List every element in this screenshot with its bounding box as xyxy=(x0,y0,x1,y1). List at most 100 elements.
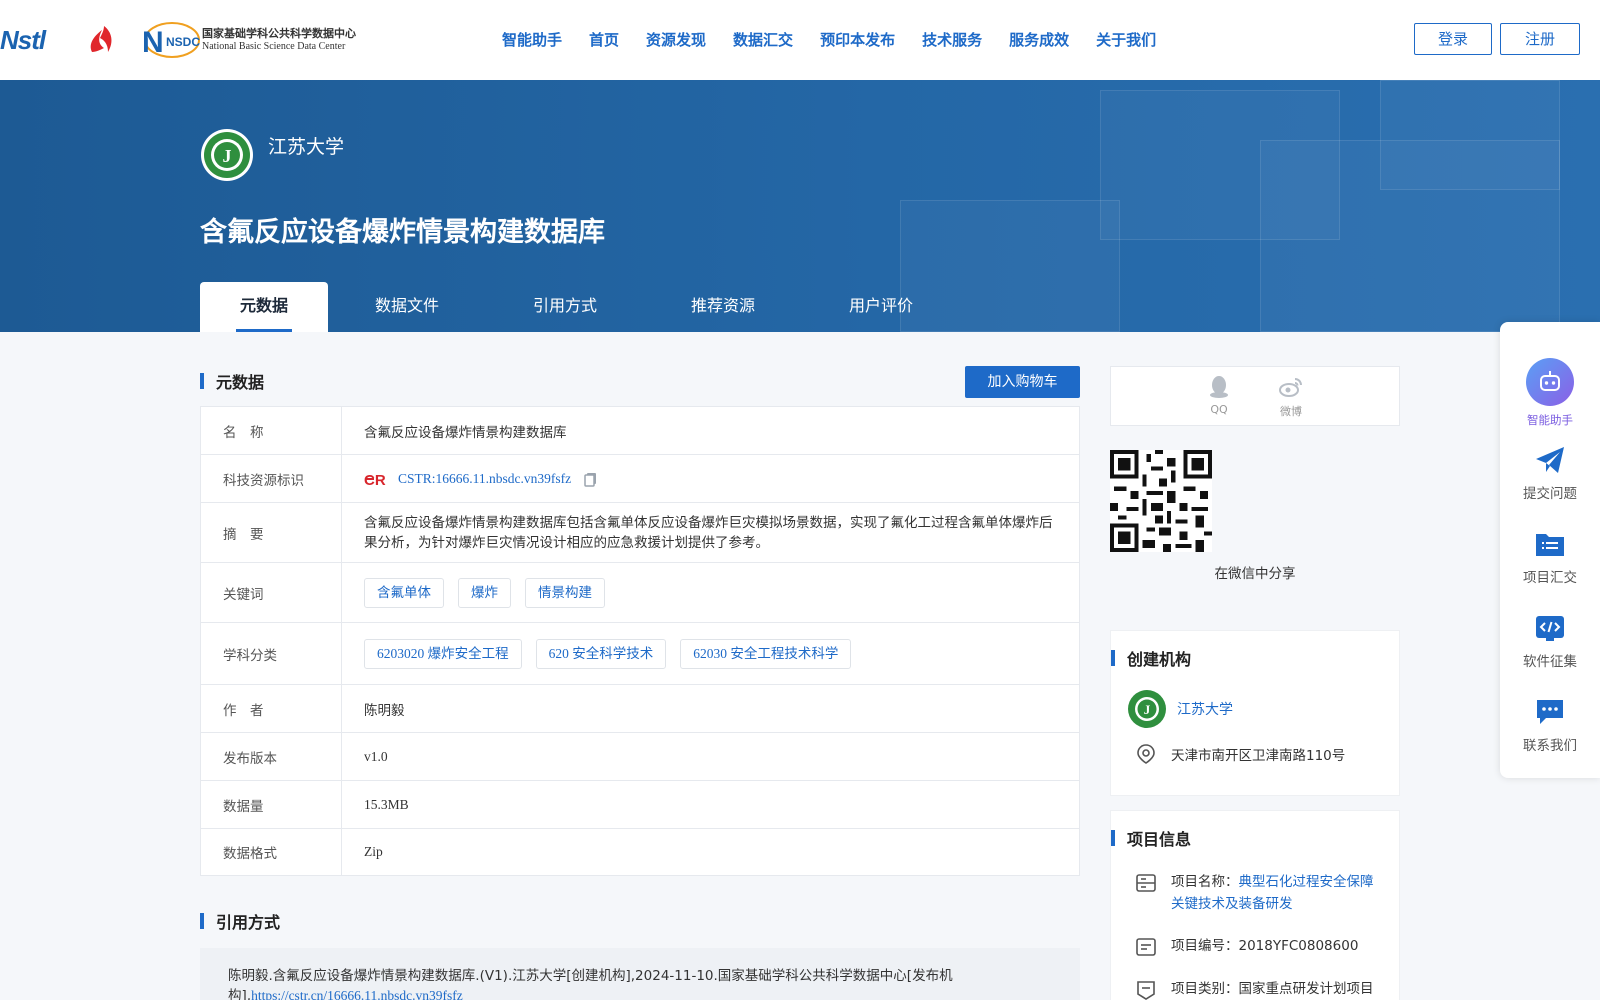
table-row: 关键词 含氟单体 爆炸 情景构建 xyxy=(200,562,1080,623)
row-key: 发布版本 xyxy=(200,732,342,781)
tab-data-files[interactable]: 数据文件 xyxy=(328,282,486,332)
creator-address: 天津市南开区卫津南路110号 xyxy=(1171,748,1346,764)
project-section-title: 项目信息 xyxy=(1127,830,1192,849)
subject-tag[interactable]: 6203020 爆炸安全工程 xyxy=(364,638,522,669)
nsdc-cn-name: 国家基础学科公共科学数据中心 xyxy=(202,27,356,40)
project-category: 项目类别：国家重点研发计划项目 xyxy=(1171,981,1374,997)
hero-banner: J 江苏大学 含氟反应设备爆炸情景构建数据库 元数据 数据文件 引用方式 推荐资… xyxy=(0,80,1600,332)
tab-recommended[interactable]: 推荐资源 xyxy=(644,282,802,332)
robot-icon xyxy=(1526,358,1574,406)
page-title: 含氟反应设备爆炸情景构建数据库 xyxy=(200,217,605,248)
float-project-submission[interactable]: 项目汇交 xyxy=(1500,528,1600,586)
table-row: 数据量 15.3MB xyxy=(200,780,1080,829)
table-row: 数据格式 Zip xyxy=(200,828,1080,876)
nstl-logo[interactable]: Nstl xyxy=(0,25,66,55)
main-nav: 智能助手 首页 资源发现 数据汇交 预印本发布 技术服务 服务成效 关于我们 xyxy=(502,28,1183,52)
row-value: 含氟反应设备爆炸情景构建数据库 xyxy=(341,406,1080,455)
nsdc-logo[interactable]: N NSDC 国家基础学科公共科学数据中心 National Basic Sci… xyxy=(138,20,356,60)
table-row: 学科分类 6203020 爆炸安全工程 620 安全科学技术 62030 安全工程技… xyxy=(200,622,1080,685)
copy-icon[interactable] xyxy=(583,471,599,487)
floating-service-panel: 智能助手 提交问题 项目汇交 软件征集 联系我们 xyxy=(1500,322,1600,778)
folder-list-icon xyxy=(1536,534,1564,556)
tab-reviews[interactable]: 用户评价 xyxy=(802,282,960,332)
table-row: 摘 要 含氟反应设备爆炸情景构建数据库包括含氟单体反应设备爆炸巨灾模拟场景数据，… xyxy=(200,502,1080,563)
tab-citation[interactable]: 引用方式 xyxy=(486,282,644,332)
nsdc-mark-icon: N NSDC xyxy=(142,22,200,59)
metadata-section-title: 元数据 xyxy=(216,373,265,392)
nav-preprint[interactable]: 预印本发布 xyxy=(820,28,895,52)
add-to-cart-button[interactable]: 加入购物车 xyxy=(965,366,1080,398)
wechat-share-caption: 在微信中分享 xyxy=(1214,566,1296,582)
keyword-tag[interactable]: 爆炸 xyxy=(458,577,511,608)
weibo-icon xyxy=(1279,378,1302,397)
logo-group: Nstl N NSDC 国家基础学科公共科学数据中心 National Basi… xyxy=(0,18,356,62)
float-contact-us[interactable]: 联系我们 xyxy=(1500,696,1600,754)
wechat-qr-code xyxy=(1110,450,1212,552)
table-row: 发布版本 v1.0 xyxy=(200,732,1080,781)
nav-tech-service[interactable]: 技术服务 xyxy=(922,28,982,52)
creator-link[interactable]: 江苏大学 xyxy=(1177,699,1233,719)
abstract-text: 含氟反应设备爆炸情景构建数据库包括含氟单体反应设备爆炸巨灾模拟场景数据，实现了氟… xyxy=(341,502,1080,563)
project-number: 项目编号：2018YFC0808600 xyxy=(1171,938,1359,954)
nav-service-results[interactable]: 服务成效 xyxy=(1009,28,1069,52)
citation-box: 陈明毅.含氟反应设备爆炸情景构建数据库.(V1).江苏大学[创建机构],2024… xyxy=(200,948,1080,1000)
svg-text:J: J xyxy=(1144,702,1151,717)
row-key: 数据量 xyxy=(200,780,342,829)
tab-metadata[interactable]: 元数据 xyxy=(200,282,328,332)
nav-data-submission[interactable]: 数据汇交 xyxy=(733,28,793,52)
share-qq[interactable]: QQ xyxy=(1203,375,1235,425)
subject-tag[interactable]: 62030 安全工程技术科学 xyxy=(680,638,852,669)
citation-link[interactable]: https://cstr.cn/16666.11.nbsdc.vn39fsfz xyxy=(251,988,463,1000)
login-button[interactable]: 登录 xyxy=(1414,23,1492,55)
nav-resource-discovery[interactable]: 资源发现 xyxy=(646,28,706,52)
right-sidebar: QQ 微博 在微信中分享 创建机构 J 江苏大学 天津市南开区卫津南路110号 … xyxy=(1110,366,1400,1000)
metadata-section-header: 元数据 加入购物车 xyxy=(200,366,1080,398)
table-row: 名 称 含氟反应设备爆炸情景构建数据库 xyxy=(200,406,1080,455)
cstr-link[interactable]: CSTR:16666.11.nbsdc.vn39fsfz xyxy=(398,471,571,487)
register-button[interactable]: 注册 xyxy=(1500,23,1580,55)
float-software-collection[interactable]: 软件征集 xyxy=(1500,612,1600,670)
svg-text:N: N xyxy=(142,26,164,59)
row-value: v1.0 xyxy=(341,732,1080,781)
svg-text:NSDC: NSDC xyxy=(166,35,200,49)
cas-logo[interactable] xyxy=(84,22,120,58)
keyword-tag[interactable]: 情景构建 xyxy=(525,577,605,608)
creator-logo: J xyxy=(1128,690,1166,728)
project-category-icon xyxy=(1137,981,1155,1000)
project-card: 项目信息 项目名称：典型石化过程安全保障关键技术及装备研发 项目编号：2018Y… xyxy=(1110,810,1400,1000)
share-weibo[interactable]: 微博 xyxy=(1275,375,1307,425)
cstr-logo-icon: CR xyxy=(364,472,386,488)
metadata-table: 名 称 含氟反应设备爆炸情景构建数据库 科技资源标识 CR CSTR:16666… xyxy=(200,406,1080,876)
institution-name[interactable]: 江苏大学 xyxy=(268,132,344,159)
creator-section-title: 创建机构 xyxy=(1127,650,1192,669)
location-icon xyxy=(1137,744,1155,764)
paper-plane-icon xyxy=(1536,447,1564,473)
project-name-label: 项目名称： xyxy=(1171,874,1239,890)
row-key: 学科分类 xyxy=(200,622,342,685)
institution-logo: J xyxy=(201,129,253,181)
chat-icon xyxy=(1537,700,1563,724)
subject-tag[interactable]: 620 安全科学技术 xyxy=(535,638,667,669)
top-header: Nstl N NSDC 国家基础学科公共科学数据中心 National Basi… xyxy=(0,0,1600,80)
nav-about[interactable]: 关于我们 xyxy=(1096,28,1156,52)
float-ai-assistant[interactable]: 智能助手 xyxy=(1500,358,1600,428)
citation-section-header: 引用方式 xyxy=(200,906,1080,936)
row-key: 关键词 xyxy=(200,562,342,623)
row-key: 名 称 xyxy=(200,406,342,455)
row-key: 作 者 xyxy=(200,684,342,733)
main-content: 元数据 加入购物车 名 称 含氟反应设备爆炸情景构建数据库 科技资源标识 CR … xyxy=(200,366,1080,1000)
citation-section-title: 引用方式 xyxy=(216,913,281,932)
nav-ai-assistant[interactable]: 智能助手 xyxy=(502,28,562,52)
project-name-icon xyxy=(1136,874,1156,892)
creator-card: 创建机构 J 江苏大学 天津市南开区卫津南路110号 xyxy=(1110,630,1400,796)
table-row: 科技资源标识 CR CSTR:16666.11.nbsdc.vn39fsfz xyxy=(200,454,1080,503)
row-value: Zip xyxy=(341,828,1080,876)
keyword-tag[interactable]: 含氟单体 xyxy=(364,577,444,608)
nav-home[interactable]: 首页 xyxy=(589,28,619,52)
qq-icon xyxy=(1210,376,1228,398)
share-bar: QQ 微博 xyxy=(1110,366,1400,426)
nsdc-en-name: National Basic Science Data Center xyxy=(202,41,346,52)
row-value: 15.3MB xyxy=(341,780,1080,829)
row-key: 数据格式 xyxy=(200,828,342,876)
float-submit-question[interactable]: 提交问题 xyxy=(1500,444,1600,502)
